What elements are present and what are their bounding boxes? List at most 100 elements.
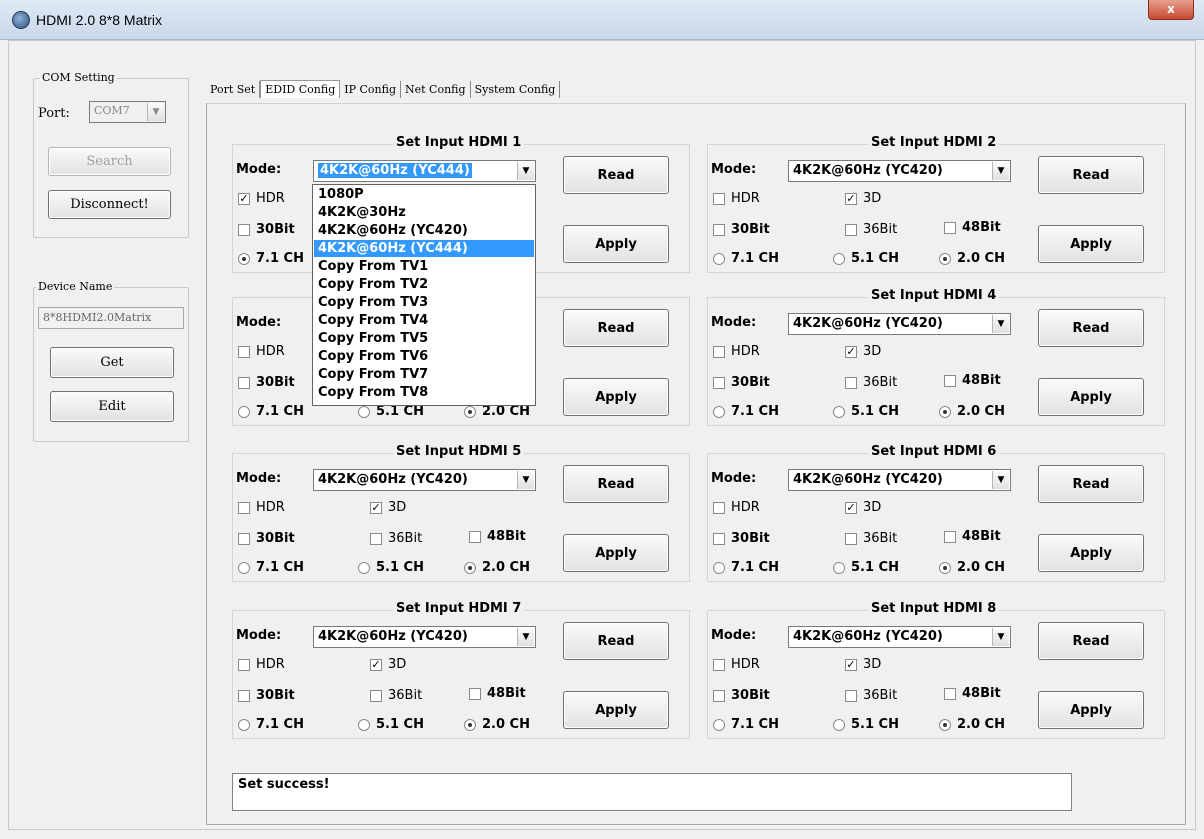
ch71-radio[interactable] — [713, 406, 725, 418]
mode-select[interactable]: 4K2K@60Hz (YC420) ▼ — [788, 313, 1011, 335]
apply-button[interactable]: Apply — [1038, 225, 1144, 263]
ch20-radio[interactable] — [464, 562, 476, 574]
three-d-checkbox[interactable]: ✓ — [370, 659, 382, 671]
ch71-radio[interactable] — [713, 562, 725, 574]
mode-option[interactable]: Copy From TV4 — [314, 312, 534, 329]
ch51-radio[interactable] — [833, 719, 845, 731]
disconnect-button[interactable]: Disconnect! — [48, 190, 171, 219]
hdr-checkbox[interactable] — [713, 659, 725, 671]
mode-option[interactable]: 1080P — [314, 186, 534, 203]
ch51-radio[interactable] — [358, 719, 370, 731]
ch71-radio[interactable] — [238, 562, 250, 574]
bit30-checkbox[interactable] — [238, 377, 250, 389]
apply-button[interactable]: Apply — [1038, 534, 1144, 572]
mode-option[interactable]: Copy From TV5 — [314, 330, 534, 347]
three-d-checkbox[interactable]: ✓ — [370, 502, 382, 514]
bit30-checkbox[interactable] — [713, 377, 725, 389]
bit30-checkbox[interactable] — [713, 533, 725, 545]
ch20-radio[interactable] — [939, 719, 951, 731]
mode-option[interactable]: Copy From TV8 — [314, 384, 534, 401]
read-button[interactable]: Read — [563, 309, 669, 347]
mode-select[interactable]: 4K2K@60Hz (YC420) ▼ — [313, 626, 536, 648]
tab-edid-config[interactable]: EDID Config — [260, 80, 341, 98]
bit30-checkbox[interactable] — [713, 224, 725, 236]
hdr-checkbox[interactable] — [238, 346, 250, 358]
ch51-radio[interactable] — [833, 253, 845, 265]
hdr-checkbox[interactable] — [713, 193, 725, 205]
ch51-radio[interactable] — [358, 406, 370, 418]
tab-port-set[interactable]: Port Set — [206, 81, 261, 98]
read-button[interactable]: Read — [1038, 622, 1144, 660]
ch20-radio[interactable] — [464, 719, 476, 731]
ch20-radio[interactable] — [939, 253, 951, 265]
bit48-checkbox[interactable] — [944, 688, 956, 700]
ch20-radio[interactable] — [939, 406, 951, 418]
three-d-checkbox[interactable]: ✓ — [845, 346, 857, 358]
bit48-checkbox[interactable] — [944, 375, 956, 387]
apply-button[interactable]: Apply — [563, 378, 669, 416]
ch71-radio[interactable] — [713, 719, 725, 731]
ch71-radio[interactable] — [238, 253, 250, 265]
apply-button[interactable]: Apply — [1038, 691, 1144, 729]
mode-select[interactable]: 4K2K@60Hz (YC444) ▼ — [313, 160, 536, 182]
read-button[interactable]: Read — [563, 622, 669, 660]
apply-button[interactable]: Apply — [563, 534, 669, 572]
hdr-checkbox[interactable] — [713, 502, 725, 514]
device-name-field[interactable]: 8*8HDMI2.0Matrix — [38, 307, 184, 329]
read-button[interactable]: Read — [1038, 465, 1144, 503]
read-button[interactable]: Read — [563, 156, 669, 194]
read-button[interactable]: Read — [1038, 309, 1144, 347]
hdr-checkbox[interactable]: ✓ — [238, 193, 250, 205]
ch20-radio[interactable] — [939, 562, 951, 574]
ch51-radio[interactable] — [833, 562, 845, 574]
close-button[interactable]: x — [1148, 0, 1194, 20]
mode-option[interactable]: 4K2K@60Hz (YC444) — [314, 240, 534, 257]
apply-button[interactable]: Apply — [563, 691, 669, 729]
ch71-radio[interactable] — [238, 406, 250, 418]
edit-button[interactable]: Edit — [50, 391, 174, 422]
read-button[interactable]: Read — [1038, 156, 1144, 194]
ch71-radio[interactable] — [713, 253, 725, 265]
three-d-checkbox[interactable]: ✓ — [845, 502, 857, 514]
bit36-checkbox[interactable] — [845, 224, 857, 236]
mode-option[interactable]: 4K2K@60Hz (YC420) — [314, 222, 534, 239]
tab-net-config[interactable]: Net Config — [401, 81, 471, 98]
mode-select[interactable]: 4K2K@60Hz (YC420) ▼ — [788, 160, 1011, 182]
three-d-checkbox[interactable]: ✓ — [845, 659, 857, 671]
mode-option[interactable]: 4K2K@30Hz — [314, 204, 534, 221]
ch20-radio[interactable] — [464, 406, 476, 418]
apply-button[interactable]: Apply — [1038, 378, 1144, 416]
read-button[interactable]: Read — [563, 465, 669, 503]
bit30-checkbox[interactable] — [713, 690, 725, 702]
mode-option[interactable]: Copy From TV6 — [314, 348, 534, 365]
port-select[interactable]: COM7 ▼ — [89, 101, 166, 123]
apply-button[interactable]: Apply — [563, 225, 669, 263]
hdr-checkbox[interactable] — [713, 346, 725, 358]
bit30-checkbox[interactable] — [238, 533, 250, 545]
bit36-checkbox[interactable] — [370, 690, 382, 702]
mode-option[interactable]: Copy From TV2 — [314, 276, 534, 293]
mode-select[interactable]: 4K2K@60Hz (YC420) ▼ — [788, 626, 1011, 648]
bit36-checkbox[interactable] — [370, 533, 382, 545]
mode-option[interactable]: Copy From TV1 — [314, 258, 534, 275]
mode-option[interactable]: Copy From TV7 — [314, 366, 534, 383]
hdr-checkbox[interactable] — [238, 659, 250, 671]
mode-select[interactable]: 4K2K@60Hz (YC420) ▼ — [788, 469, 1011, 491]
bit48-checkbox[interactable] — [944, 531, 956, 543]
mode-select[interactable]: 4K2K@60Hz (YC420) ▼ — [313, 469, 536, 491]
bit30-checkbox[interactable] — [238, 690, 250, 702]
ch51-radio[interactable] — [358, 562, 370, 574]
hdr-checkbox[interactable] — [238, 502, 250, 514]
mode-dropdown-list[interactable]: 1080P 4K2K@30Hz 4K2K@60Hz (YC420) 4K2K@60Hz… — [312, 184, 536, 406]
bit36-checkbox[interactable] — [845, 690, 857, 702]
tab-ip-config[interactable]: IP Config — [340, 81, 401, 98]
ch71-radio[interactable] — [238, 719, 250, 731]
mode-option[interactable]: Copy From TV3 — [314, 294, 534, 311]
three-d-checkbox[interactable]: ✓ — [845, 193, 857, 205]
bit30-checkbox[interactable] — [238, 224, 250, 236]
get-button[interactable]: Get — [50, 347, 174, 378]
bit48-checkbox[interactable] — [469, 531, 481, 543]
bit36-checkbox[interactable] — [845, 533, 857, 545]
search-button[interactable]: Search — [48, 147, 171, 176]
tab-system-config[interactable]: System Config — [471, 81, 561, 98]
